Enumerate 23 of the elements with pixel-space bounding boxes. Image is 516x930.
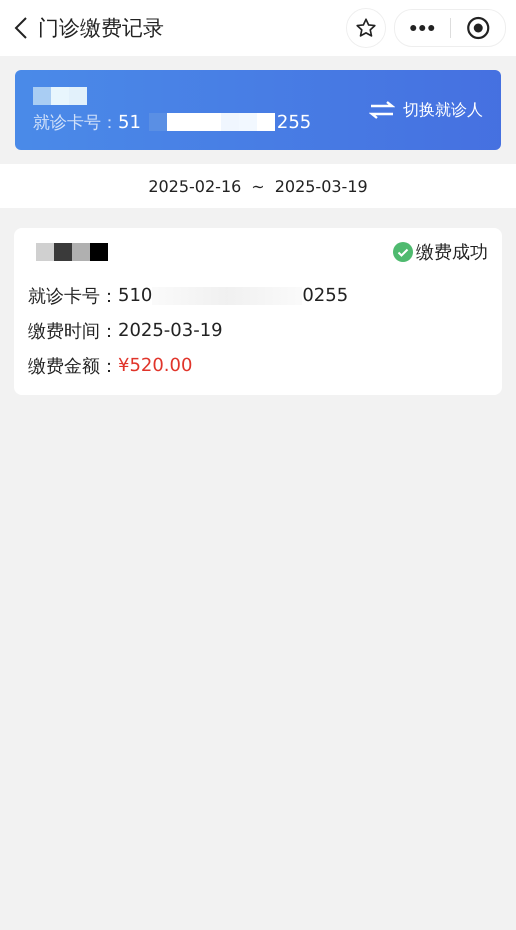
field-label: 缴费时间：	[28, 320, 118, 342]
card-number-text: 51	[118, 112, 141, 132]
end-date[interactable]: 2025-03-19	[274, 176, 368, 196]
date-separator: ~	[251, 176, 265, 196]
field-label: 缴费金额：	[28, 354, 118, 378]
redaction-mosaic	[33, 86, 87, 104]
payment-status: 缴费成功	[416, 241, 488, 264]
field-label: 就诊卡号：	[28, 284, 118, 308]
card-number-label: 就诊卡号：	[33, 112, 118, 134]
redaction-mosaic	[36, 243, 108, 261]
favorite-button[interactable]	[346, 8, 386, 48]
field-value: 2025-03-19	[118, 320, 223, 341]
switch-patient-button[interactable]: 切换就诊人	[369, 100, 483, 120]
field-value: 510	[118, 285, 152, 306]
field-value: ¥520.00	[118, 355, 192, 376]
card-number-text: 255	[276, 112, 312, 132]
start-date[interactable]: 2025-02-16	[148, 176, 242, 196]
record-card[interactable]: 缴费成功 就诊卡号：510 0255 缴费时间：2025-03-19 缴费金额：¥520.00	[14, 228, 502, 395]
swap-icon	[369, 100, 395, 120]
star-icon	[355, 17, 377, 39]
page-title: 门诊缴费记录	[38, 15, 165, 42]
field-value: 0255	[302, 285, 348, 306]
back-icon[interactable]	[14, 16, 28, 40]
